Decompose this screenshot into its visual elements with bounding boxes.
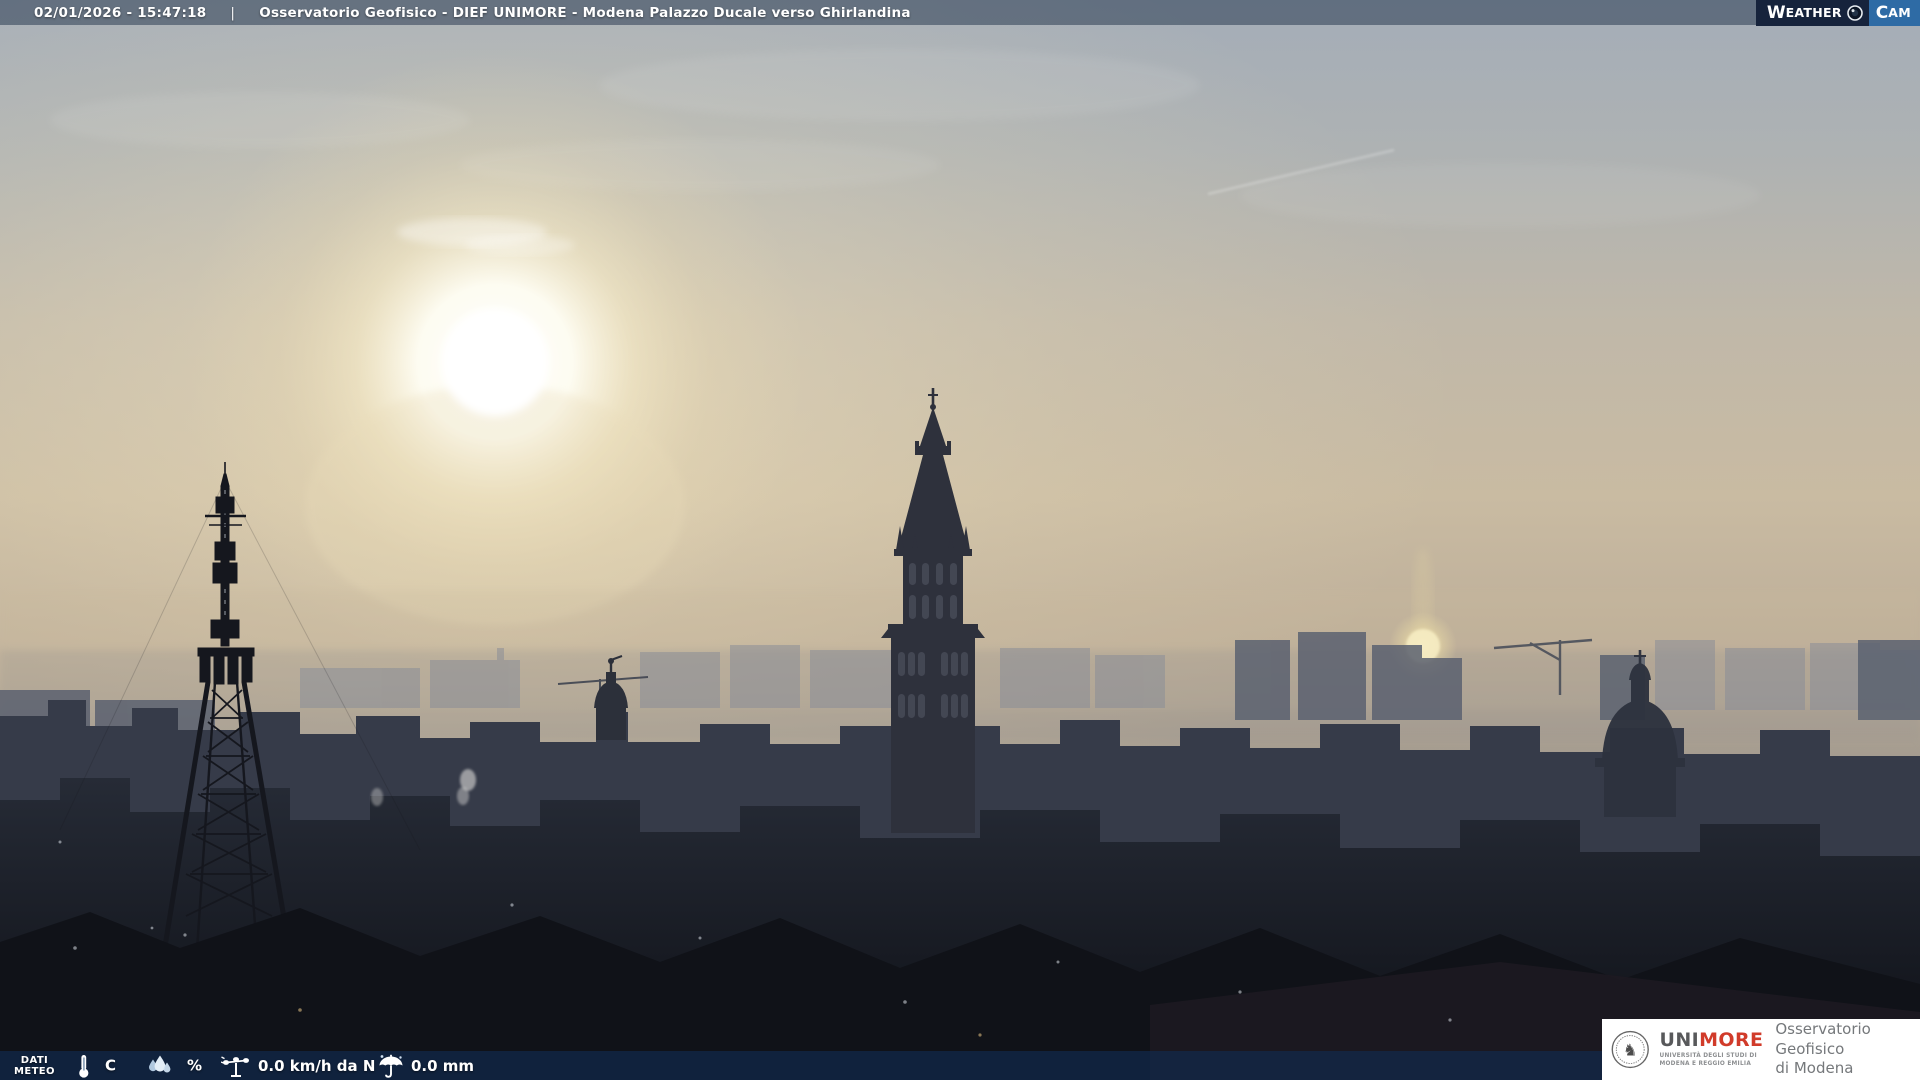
unimore-uni: UNI (1659, 1028, 1700, 1051)
webcam-frame: 02/01/2026 - 15:47:18 | Osservatorio Geo… (0, 0, 1920, 1080)
unimore-logo[interactable]: ♞ UNIMORE UNIVERSITÀ DEGLI STUDI DI MODE… (1602, 1019, 1920, 1080)
weathercam-am: AM (1888, 4, 1911, 20)
humidity-reading: % (146, 1054, 202, 1077)
observatory-name-line1: Osservatorio Geofisico (1775, 1020, 1871, 1058)
water-drops-icon (149, 1055, 171, 1072)
header-separator: | (230, 4, 236, 21)
humidity-unit: % (187, 1056, 203, 1075)
rain-value: 0.0 mm (411, 1056, 475, 1075)
weathercam-w: W (1766, 2, 1786, 23)
meteo-label-line2: METEO (14, 1065, 55, 1077)
weathercam-eather: EATHER (1785, 4, 1842, 20)
thermometer-icon (79, 1054, 89, 1078)
wind-reading: 0.0 km/h da N (221, 1054, 375, 1078)
observatory-name: Osservatorio Geofisico di Modena (1775, 1020, 1920, 1079)
datetime: 02/01/2026 - 15:47:18 (34, 4, 207, 21)
unimore-subtitle: UNIVERSITÀ DEGLI STUDI DI MODENA E REGGI… (1659, 1053, 1763, 1068)
weathercam-c: C (1875, 2, 1889, 23)
unimore-subtitle-line1: UNIVERSITÀ DEGLI STUDI DI (1659, 1052, 1757, 1059)
temperature-reading: C (76, 1053, 116, 1078)
anemometer-icon (221, 1055, 249, 1077)
university-seal-icon: ♞ (1611, 1030, 1649, 1069)
svg-text:♞: ♞ (1623, 1040, 1638, 1059)
header-bar: 02/01/2026 - 15:47:18 | Osservatorio Geo… (0, 0, 1920, 25)
unimore-subtitle-line2: MODENA E REGGIO EMILIA (1659, 1060, 1752, 1067)
unimore-more: MORE (1699, 1028, 1764, 1051)
page-title: Osservatorio Geofisico - DIEF UNIMORE - … (259, 4, 911, 21)
weathercam-logo[interactable]: W EATHER C AM (1755, 0, 1920, 26)
weathercam-logo-weather: W EATHER (1755, 0, 1869, 26)
webcam-photo (0, 0, 1920, 1080)
umbrella-icon (379, 1054, 403, 1078)
unimore-brand-block: UNIMORE UNIVERSITÀ DEGLI STUDI DI MODENA… (1659, 1028, 1764, 1068)
observatory-name-line2: di Modena (1775, 1059, 1854, 1078)
temperature-unit: C (105, 1056, 117, 1075)
meteo-bar-label: DATI METEO (14, 1055, 55, 1077)
meteo-label-line1: DATI (20, 1054, 49, 1066)
rain-reading: 0.0 mm (378, 1054, 474, 1078)
wind-value: 0.0 km/h da N (258, 1056, 376, 1075)
weathercam-logo-cam: C AM (1868, 0, 1920, 26)
camera-lens-icon (1846, 5, 1863, 21)
unimore-wordmark: UNIMORE (1659, 1028, 1764, 1051)
